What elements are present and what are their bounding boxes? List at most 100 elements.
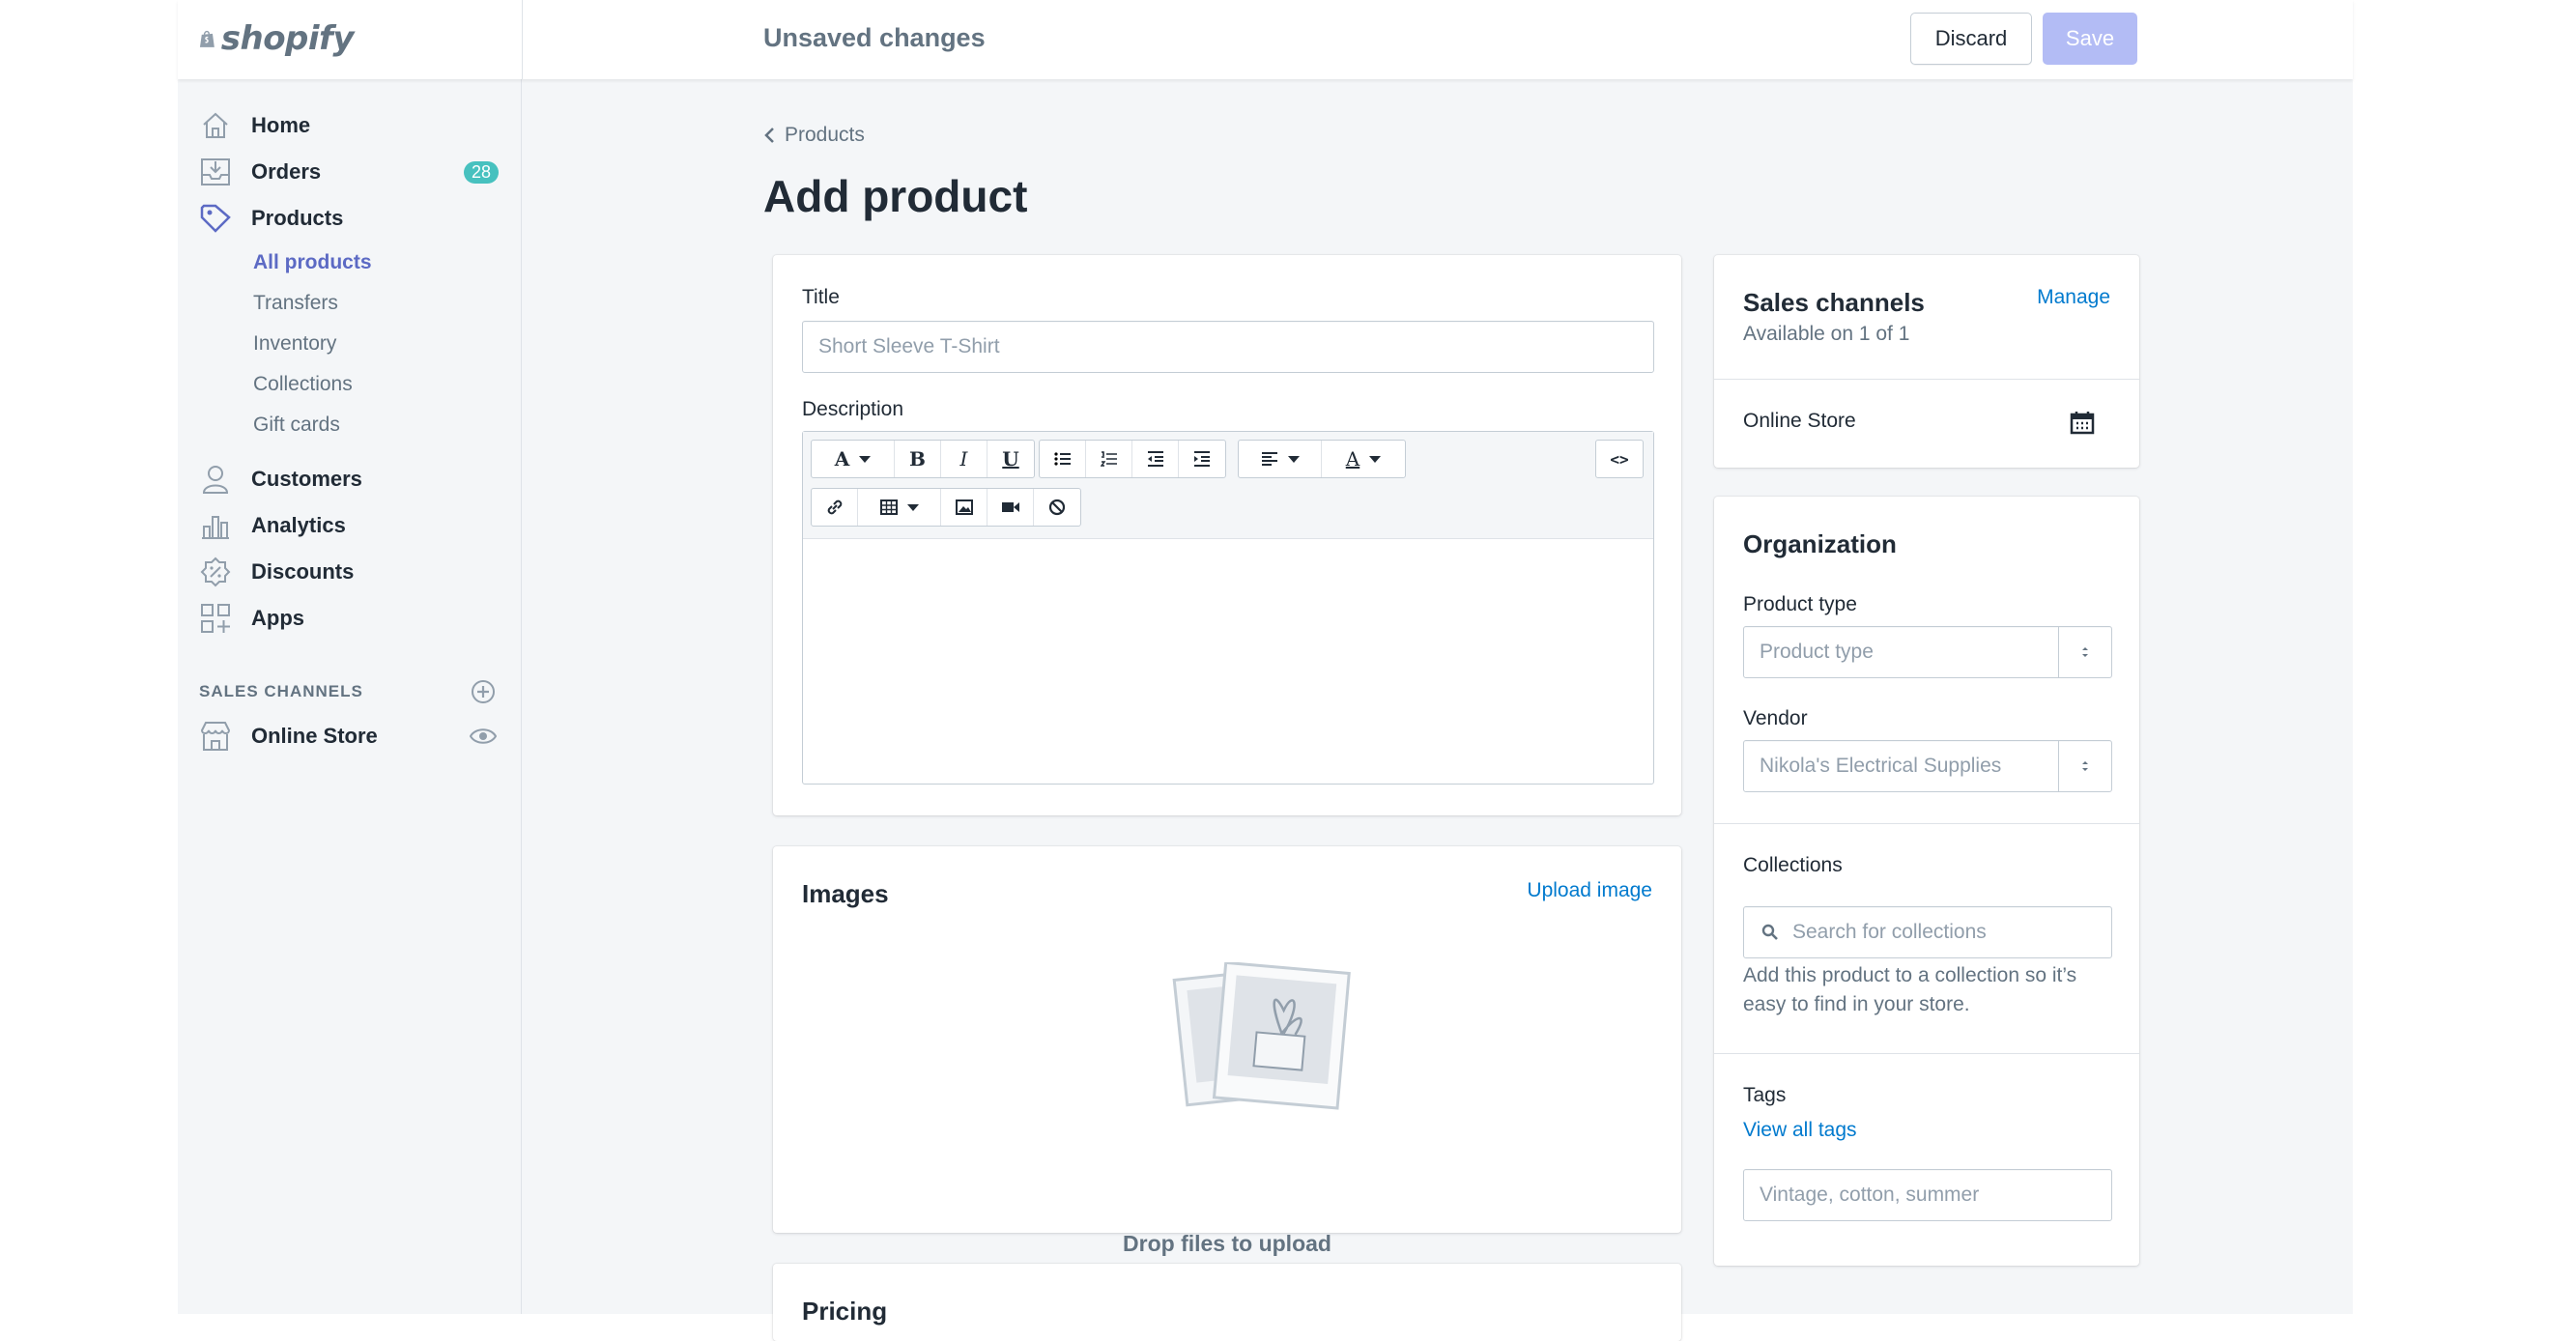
sidebar-subitem-transfers[interactable]: Transfers [253,292,338,315]
image-dropzone[interactable]: Drop files to upload [802,933,1652,1256]
list-group [1039,440,1226,478]
sidebar-subitem-collections[interactable]: Collections [253,373,353,396]
select-arrows-icon [2058,627,2111,677]
vendor-label: Vendor [1743,707,1808,729]
bold-icon: B [909,447,926,471]
chevron-left-icon [764,128,774,143]
sidebar-subitem-inventory[interactable]: Inventory [253,332,336,356]
top-bar: shopify Unsaved changes Discard Save [178,0,2353,79]
vendor-placeholder: Nikola's Electrical Supplies [1760,755,2002,777]
organization-title: Organization [1743,529,1897,558]
code-group: <> [1595,440,1644,478]
product-details-card: Title Short Sleeve T-Shirt Description A… [773,255,1681,815]
pricing-title: Pricing [802,1297,888,1326]
apps-icon [199,602,232,635]
sidebar-item-label: Home [251,113,311,137]
collections-search-input[interactable]: Search for collections [1743,906,2112,958]
text-color-dropdown[interactable]: A [1322,441,1405,477]
table-dropdown[interactable] [858,489,941,526]
orders-icon [199,156,232,188]
brand-name: shopify [220,19,355,58]
indent-button[interactable] [1179,441,1225,477]
bullet-list-button[interactable] [1040,441,1086,477]
clear-format-button[interactable] [1034,489,1080,526]
link-icon [827,499,842,515]
sidebar-item-customers[interactable]: Customers [199,460,499,499]
images-title: Images [802,879,889,908]
tag-icon [199,202,232,235]
search-icon [1761,924,1778,940]
sidebar-item-label: Online Store [251,724,378,748]
sidebar-item-analytics[interactable]: Analytics [199,506,499,545]
italic-icon: I [959,447,968,471]
underline-icon: U [1002,447,1019,471]
orders-count-badge: 28 [463,161,499,184]
align-dropdown[interactable] [1239,441,1322,477]
image-icon [955,499,973,515]
insert-video-button[interactable] [987,489,1034,526]
insert-image-button[interactable] [941,489,987,526]
numbered-list-icon [1100,451,1117,467]
product-type-label: Product type [1743,593,1857,615]
font-icon: A [834,447,850,471]
vendor-select[interactable]: Nikola's Electrical Supplies [1743,740,2112,792]
collections-placeholder: Search for collections [1792,921,1987,943]
sales-channels-card: Sales channels Manage Available on 1 of … [1714,255,2139,468]
italic-button[interactable]: I [941,441,987,477]
calendar-icon[interactable] [2070,410,2095,440]
tags-input[interactable]: Vintage, cotton, summer [1743,1169,2112,1221]
discard-button[interactable]: Discard [1910,13,2032,65]
indent-icon [1194,451,1210,467]
product-type-select[interactable]: Product type [1743,626,2112,678]
sidebar-item-online-store[interactable]: Online Store [199,717,499,756]
bold-button[interactable]: B [895,441,941,477]
sidebar-subitem-all-products[interactable]: All products [253,251,372,274]
app-frame: shopify Unsaved changes Discard Save Hom… [178,0,2353,1341]
view-store-eye-icon[interactable] [469,727,498,751]
sidebar-item-products[interactable]: Products [199,199,499,238]
save-button[interactable]: Save [2043,13,2137,65]
font-dropdown[interactable]: A [812,441,895,477]
link-button[interactable] [812,489,858,526]
manage-sales-channels-link[interactable]: Manage [2037,286,2110,309]
tags-label: Tags [1743,1084,1787,1106]
collections-label: Collections [1743,854,1843,876]
description-editor[interactable]: A B I U A <> [802,431,1654,785]
breadcrumb-label: Products [785,124,865,146]
sidebar-item-orders[interactable]: Orders 28 [199,153,499,191]
pricing-card: Pricing [773,1264,1681,1341]
page-title: Add product [763,171,1028,221]
discount-icon [199,556,232,588]
text-color-icon: A [1345,447,1360,471]
drop-files-text: Drop files to upload [1123,1231,1331,1256]
sidebar-subitem-gift-cards[interactable]: Gift cards [253,414,340,437]
availability-text: Available on 1 of 1 [1743,323,1910,345]
sidebar-item-home[interactable]: Home [199,106,499,145]
organization-card: Organization Product type Product type V… [1714,497,2139,1266]
upload-image-link[interactable]: Upload image [1527,879,1652,902]
sidebar-item-label: Apps [251,606,304,630]
unsaved-changes-text: Unsaved changes [763,23,986,52]
insert-group [811,488,1081,527]
sidebar-item-discounts[interactable]: Discounts [199,553,499,591]
title-input[interactable]: Short Sleeve T-Shirt [802,321,1654,373]
sidebar: Home Orders 28 Products All products Tra… [178,79,522,1314]
add-sales-channel-icon[interactable] [470,678,497,710]
sidebar-item-label: Orders [251,159,322,184]
clear-format-icon [1048,499,1066,516]
card-divider [1714,379,2139,380]
numbered-list-button[interactable] [1086,441,1132,477]
shopify-logo[interactable]: shopify [199,14,355,64]
code-view-button[interactable]: <> [1596,441,1643,477]
sidebar-item-apps[interactable]: Apps [199,599,499,638]
bullet-list-icon [1053,452,1071,466]
underline-button[interactable]: U [987,441,1034,477]
customer-icon [199,463,232,496]
outdent-button[interactable] [1132,441,1179,477]
placeholder-photos-icon [1172,962,1351,1110]
editor-toolbar: A B I U A <> [803,432,1653,539]
breadcrumb[interactable]: Products [763,124,865,147]
collections-help-line-2: easy to find in your store. [1743,993,1970,1015]
font-group: A B I U [811,440,1035,478]
view-all-tags-link[interactable]: View all tags [1743,1119,1857,1142]
